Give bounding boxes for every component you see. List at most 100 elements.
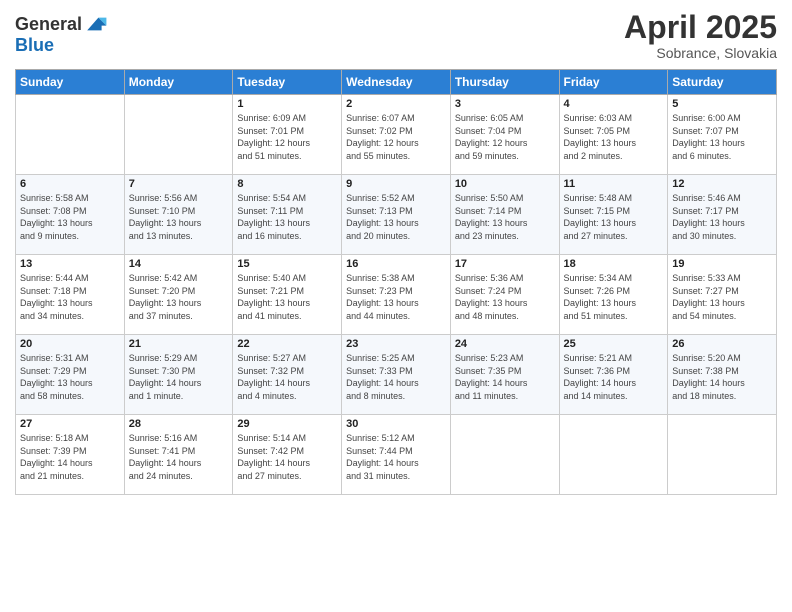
header-saturday: Saturday	[668, 70, 777, 95]
calendar-cell: 9Sunrise: 5:52 AM Sunset: 7:13 PM Daylig…	[342, 175, 451, 255]
day-info: Sunrise: 5:52 AM Sunset: 7:13 PM Dayligh…	[346, 192, 446, 242]
calendar-cell: 5 Sunrise: 6:00 AM Sunset: 7:07 PM Daylig…	[668, 95, 777, 175]
day-number: 27	[20, 418, 120, 430]
day-info: Sunrise: 5:33 AM Sunset: 7:27 PM Dayligh…	[672, 272, 772, 322]
calendar-cell: 30Sunrise: 5:12 AM Sunset: 7:44 PM Dayli…	[342, 415, 451, 495]
day-info: Sunrise: 5:14 AM Sunset: 7:42 PM Dayligh…	[237, 432, 337, 482]
calendar-cell: 12 Sunrise: 5:46 AM Sunset: 7:17 PM Dayli…	[668, 175, 777, 255]
header-tuesday: Tuesday	[233, 70, 342, 95]
day-number: 24	[455, 338, 555, 350]
calendar-cell: 22Sunrise: 5:27 AM Sunset: 7:32 PM Dayli…	[233, 335, 342, 415]
day-info: Sunrise: 6:03 AM Sunset: 7:05 PM Dayligh…	[564, 112, 664, 162]
day-number: 11	[564, 178, 664, 190]
day-info: Sunrise: 5:25 AM Sunset: 7:33 PM Dayligh…	[346, 352, 446, 402]
header-wednesday: Wednesday	[342, 70, 451, 95]
day-number: 28	[129, 418, 229, 430]
day-number: 6	[20, 178, 120, 190]
calendar-week-3: 13 Sunrise: 5:44 AM Sunset: 7:18 PM Dayli…	[16, 255, 777, 335]
calendar-cell: 10 Sunrise: 5:50 AM Sunset: 7:14 PM Dayli…	[450, 175, 559, 255]
calendar-week-5: 27 Sunrise: 5:18 AM Sunset: 7:39 PM Dayli…	[16, 415, 777, 495]
calendar-cell: 19 Sunrise: 5:33 AM Sunset: 7:27 PM Dayli…	[668, 255, 777, 335]
day-info: Sunrise: 5:56 AM Sunset: 7:10 PM Dayligh…	[129, 192, 229, 242]
day-number: 16	[346, 258, 446, 270]
day-number: 12	[672, 178, 772, 190]
calendar-cell: 29 Sunrise: 5:14 AM Sunset: 7:42 PM Dayli…	[233, 415, 342, 495]
calendar-cell	[668, 415, 777, 495]
day-info: Sunrise: 5:58 AM Sunset: 7:08 PM Dayligh…	[20, 192, 120, 242]
calendar-cell: 26 Sunrise: 5:20 AM Sunset: 7:38 PM Dayli…	[668, 335, 777, 415]
day-number: 14	[129, 258, 229, 270]
calendar-cell: 23Sunrise: 5:25 AM Sunset: 7:33 PM Dayli…	[342, 335, 451, 415]
day-info: Sunrise: 5:34 AM Sunset: 7:26 PM Dayligh…	[564, 272, 664, 322]
day-number: 7	[129, 178, 229, 190]
calendar-cell: 18Sunrise: 5:34 AM Sunset: 7:26 PM Dayli…	[559, 255, 668, 335]
header-monday: Monday	[124, 70, 233, 95]
calendar-week-1: 1 Sunrise: 6:09 AM Sunset: 7:01 PM Daylig…	[16, 95, 777, 175]
day-info: Sunrise: 5:42 AM Sunset: 7:20 PM Dayligh…	[129, 272, 229, 322]
day-info: Sunrise: 5:46 AM Sunset: 7:17 PM Dayligh…	[672, 192, 772, 242]
calendar-cell: 17Sunrise: 5:36 AM Sunset: 7:24 PM Dayli…	[450, 255, 559, 335]
header-thursday: Thursday	[450, 70, 559, 95]
day-number: 30	[346, 418, 446, 430]
day-number: 3	[455, 98, 555, 110]
day-number: 29	[237, 418, 337, 430]
day-number: 1	[237, 98, 337, 110]
day-info: Sunrise: 5:44 AM Sunset: 7:18 PM Dayligh…	[20, 272, 120, 322]
calendar-cell: 27 Sunrise: 5:18 AM Sunset: 7:39 PM Dayli…	[16, 415, 125, 495]
calendar-cell: 2Sunrise: 6:07 AM Sunset: 7:02 PM Daylig…	[342, 95, 451, 175]
calendar-header-row: Sunday Monday Tuesday Wednesday Thursday…	[16, 70, 777, 95]
calendar-cell: 20 Sunrise: 5:31 AM Sunset: 7:29 PM Dayli…	[16, 335, 125, 415]
day-info: Sunrise: 5:36 AM Sunset: 7:24 PM Dayligh…	[455, 272, 555, 322]
calendar-cell	[16, 95, 125, 175]
day-number: 19	[672, 258, 772, 270]
day-info: Sunrise: 5:48 AM Sunset: 7:15 PM Dayligh…	[564, 192, 664, 242]
calendar-cell: 25 Sunrise: 5:21 AM Sunset: 7:36 PM Dayli…	[559, 335, 668, 415]
calendar-cell: 15 Sunrise: 5:40 AM Sunset: 7:21 PM Dayli…	[233, 255, 342, 335]
day-number: 21	[129, 338, 229, 350]
day-number: 13	[20, 258, 120, 270]
day-info: Sunrise: 5:21 AM Sunset: 7:36 PM Dayligh…	[564, 352, 664, 402]
calendar-cell: 16 Sunrise: 5:38 AM Sunset: 7:23 PM Dayli…	[342, 255, 451, 335]
day-info: Sunrise: 5:18 AM Sunset: 7:39 PM Dayligh…	[20, 432, 120, 482]
logo-blue-text: Blue	[15, 36, 108, 56]
day-info: Sunrise: 5:16 AM Sunset: 7:41 PM Dayligh…	[129, 432, 229, 482]
day-info: Sunrise: 5:20 AM Sunset: 7:38 PM Dayligh…	[672, 352, 772, 402]
calendar-cell: 6 Sunrise: 5:58 AM Sunset: 7:08 PM Daylig…	[16, 175, 125, 255]
header-friday: Friday	[559, 70, 668, 95]
page: General Blue April 2025 Sobrance, Slovak…	[0, 0, 792, 612]
day-info: Sunrise: 5:31 AM Sunset: 7:29 PM Dayligh…	[20, 352, 120, 402]
day-info: Sunrise: 5:38 AM Sunset: 7:23 PM Dayligh…	[346, 272, 446, 322]
day-number: 10	[455, 178, 555, 190]
calendar-cell	[450, 415, 559, 495]
day-number: 25	[564, 338, 664, 350]
day-number: 5	[672, 98, 772, 110]
day-info: Sunrise: 5:50 AM Sunset: 7:14 PM Dayligh…	[455, 192, 555, 242]
logo-general-text: General	[15, 15, 82, 35]
calendar-cell: 1 Sunrise: 6:09 AM Sunset: 7:01 PM Daylig…	[233, 95, 342, 175]
day-info: Sunrise: 5:29 AM Sunset: 7:30 PM Dayligh…	[129, 352, 229, 402]
day-info: Sunrise: 6:07 AM Sunset: 7:02 PM Dayligh…	[346, 112, 446, 162]
calendar-cell: 14 Sunrise: 5:42 AM Sunset: 7:20 PM Dayli…	[124, 255, 233, 335]
day-info: Sunrise: 6:00 AM Sunset: 7:07 PM Dayligh…	[672, 112, 772, 162]
calendar-cell: 24Sunrise: 5:23 AM Sunset: 7:35 PM Dayli…	[450, 335, 559, 415]
calendar-cell: 3 Sunrise: 6:05 AM Sunset: 7:04 PM Daylig…	[450, 95, 559, 175]
day-info: Sunrise: 6:09 AM Sunset: 7:01 PM Dayligh…	[237, 112, 337, 162]
day-number: 26	[672, 338, 772, 350]
logo-icon	[84, 12, 108, 36]
location-subtitle: Sobrance, Slovakia	[624, 45, 777, 61]
day-info: Sunrise: 6:05 AM Sunset: 7:04 PM Dayligh…	[455, 112, 555, 162]
calendar-cell	[124, 95, 233, 175]
calendar-cell: 8Sunrise: 5:54 AM Sunset: 7:11 PM Daylig…	[233, 175, 342, 255]
day-number: 20	[20, 338, 120, 350]
header-sunday: Sunday	[16, 70, 125, 95]
month-title: April 2025	[624, 10, 777, 45]
header: General Blue April 2025 Sobrance, Slovak…	[15, 10, 777, 61]
calendar-cell: 28 Sunrise: 5:16 AM Sunset: 7:41 PM Dayli…	[124, 415, 233, 495]
day-info: Sunrise: 5:54 AM Sunset: 7:11 PM Dayligh…	[237, 192, 337, 242]
day-number: 4	[564, 98, 664, 110]
day-info: Sunrise: 5:40 AM Sunset: 7:21 PM Dayligh…	[237, 272, 337, 322]
calendar-cell: 13 Sunrise: 5:44 AM Sunset: 7:18 PM Dayli…	[16, 255, 125, 335]
title-block: April 2025 Sobrance, Slovakia	[624, 10, 777, 61]
calendar-table: Sunday Monday Tuesday Wednesday Thursday…	[15, 69, 777, 495]
day-number: 15	[237, 258, 337, 270]
